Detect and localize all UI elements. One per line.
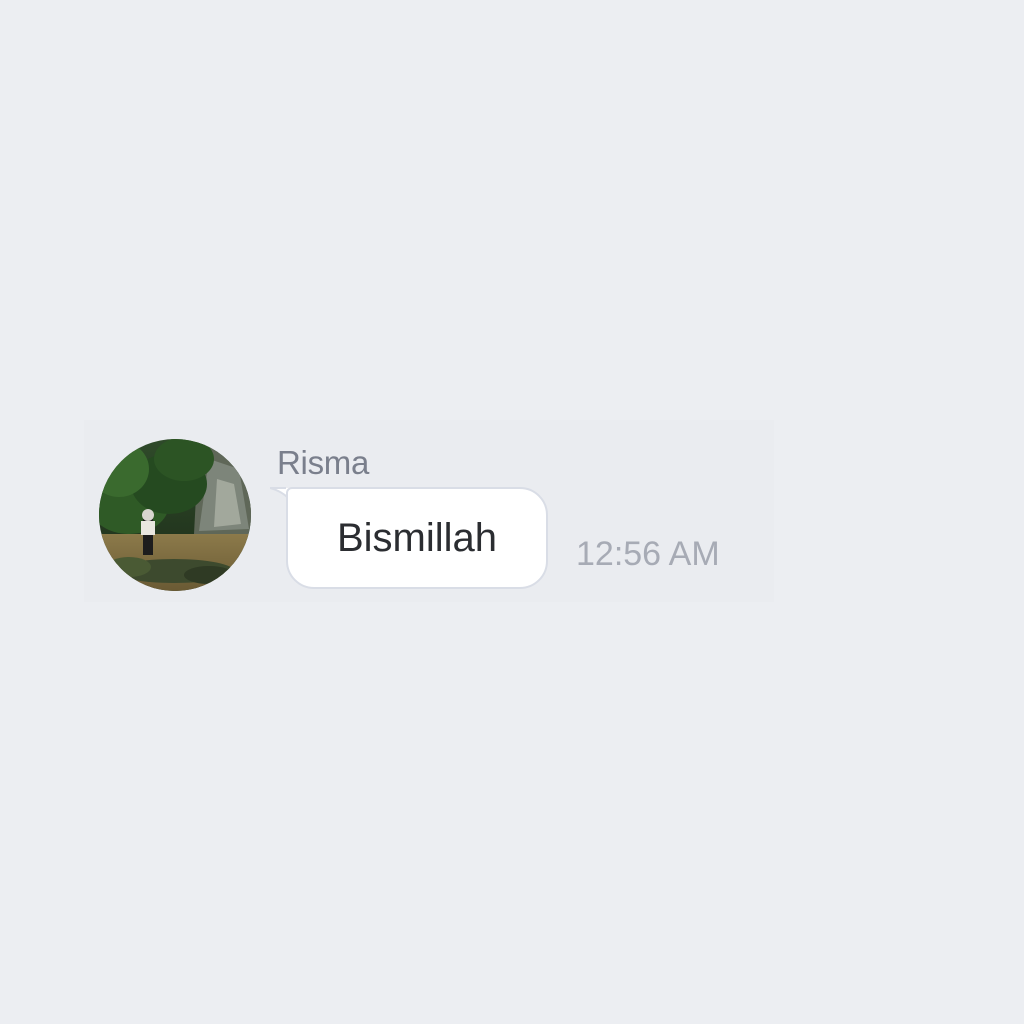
avatar[interactable]	[99, 439, 251, 591]
message-bubble[interactable]: Bismillah	[286, 487, 548, 589]
sender-name: Risma	[277, 444, 370, 481]
chat-screen: Risma Bismillah 12:56 AM	[0, 0, 1024, 1024]
message-text: Bismillah	[336, 515, 498, 560]
message-timestamp: 12:56 AM	[576, 535, 720, 573]
avatar-photo-icon	[99, 439, 251, 591]
message-row[interactable]: Risma Bismillah 12:56 AM	[84, 420, 774, 602]
